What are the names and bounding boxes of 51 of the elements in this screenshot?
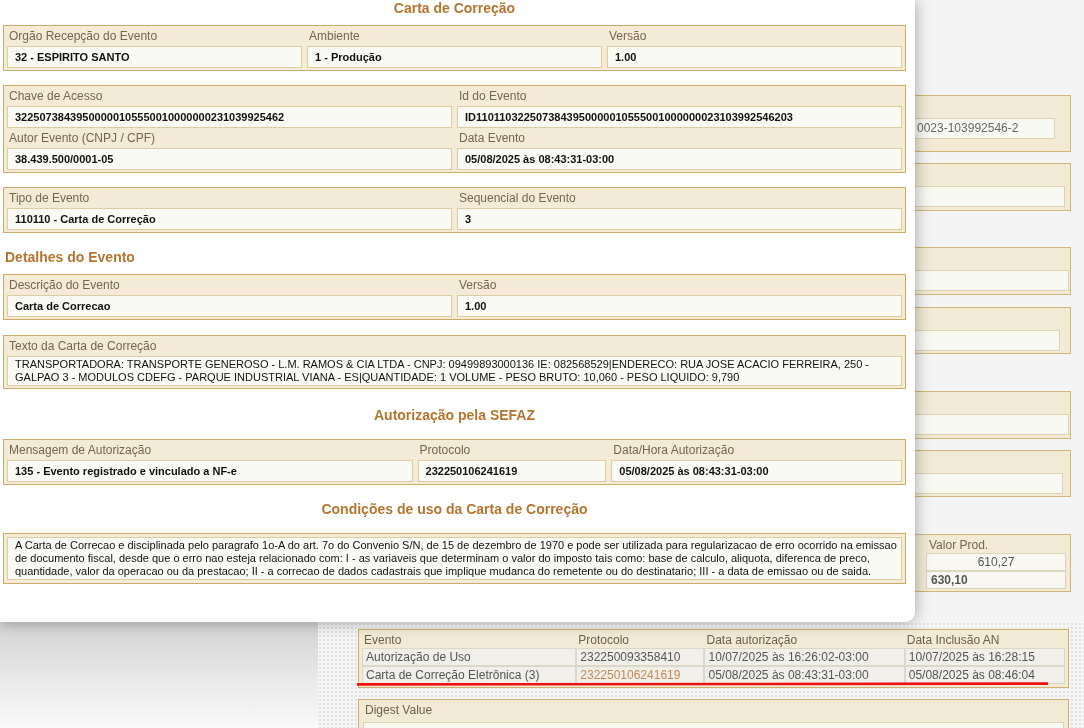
column-header: Valor Prod. xyxy=(928,537,989,553)
field-label: Versão xyxy=(608,28,648,45)
table-cell: Carta de Correção Eletrônica (3) xyxy=(362,666,577,684)
readonly-field: 05/08/2025 às 08:43:31-03:00 xyxy=(611,460,902,482)
field-label: Data Evento xyxy=(458,130,527,147)
readonly-field: 3 xyxy=(457,208,902,230)
field-label: Data/Hora Autorização xyxy=(612,442,736,459)
field-label: Id do Evento xyxy=(458,88,528,105)
field-label: Texto da Carta de Correção xyxy=(8,338,158,355)
readonly-text-area: TRANSPORTADORA: TRANSPORTE GENEROSO - L.M. RAMOS & CIA LTDA - CNPJ: 09499893000136 IE: 082568529|ENDERECO: RUA JOSE ACACIO FERREIRA, 250 - GALPAO 3 - MODULOS CDEFG - PARQUE INDUSTRIAL VIANA - ES|QUANTIDADE: 1 VOLUME - PESO BRUTO: 10,060 - PESO LIQUIDO: 9,790 xyxy=(7,356,902,386)
readonly-field: 05/08/2025 às 08:43:31-03:00 xyxy=(457,148,902,170)
column-header: Data autorização xyxy=(705,632,799,649)
readonly-field: Carta de Correcao xyxy=(7,295,452,317)
field-label: Orgão Recepção do Evento xyxy=(8,28,159,45)
readonly-field: 0023-103992546-2 xyxy=(915,118,1055,139)
section-heading: Detalhes do Evento xyxy=(5,248,135,266)
table-cell: 10/07/2025 às 16:26:02-03:00 xyxy=(704,648,905,666)
table-cell: 610,27 xyxy=(926,553,1066,571)
field-label: Descrição do Evento xyxy=(8,277,121,294)
field-label: Autor Evento (CNPJ / CPF) xyxy=(8,130,157,147)
protocol-link[interactable]: 232250106241619 xyxy=(580,668,681,682)
dialog-title: Carta de Correção xyxy=(393,0,516,16)
field-label: Protocolo xyxy=(418,442,472,459)
column-header: Protocolo xyxy=(577,632,630,649)
readonly-field: 1 - Produção xyxy=(307,46,602,68)
table-cell: 05/08/2025 às 08:43:31-03:00 xyxy=(704,666,905,684)
table-cell: 630,10 xyxy=(926,571,1066,589)
readonly-field: ID1101103225073843950000010555001000000023103992546203 xyxy=(457,106,902,128)
readonly-field: 232250106241619 xyxy=(417,460,607,482)
section-heading: Condições de uso da Carta de Correção xyxy=(321,500,588,518)
field-label: Digest Value xyxy=(364,702,434,719)
table-cell: 232250093358410 xyxy=(576,648,705,666)
readonly-field: 32250738439500000105550010000000231039925462 xyxy=(7,106,452,128)
readonly-field: 1.00 xyxy=(457,295,902,317)
readonly-text-area: A Carta de Correcao e disciplinada pelo paragrafo 1o-A do art. 7o do Convenio S/N, de 15 de dezembro de 1970 e pode ser utilizada para regularizacao de erro ocorrido na emissao de documento fiscal, desde que o erro nao esteja relacionado com: I - as variaveis que determinam o valor do imposto tais como: base de calculo, aliquota, diferenca de preco, quantidade, valor da operacao ou da prestacao; II - a correcao de dados cadastrais que implique mudanca do remetente ou do destinatario; III - a data de emissao ou de saida. xyxy=(7,537,902,580)
field-label: Tipo de Evento xyxy=(8,190,91,207)
field-label: Ambiente xyxy=(308,28,361,45)
field-label: Versão xyxy=(458,277,498,294)
readonly-field: 135 - Evento registrado e vinculado a NF-e xyxy=(7,460,413,482)
table-cell: 10/07/2025 às 16:28:15 xyxy=(904,648,1065,666)
column-header: Data Inclusão AN xyxy=(905,632,1001,649)
column-header: Evento xyxy=(363,632,403,649)
readonly-field: 110110 - Carta de Correção xyxy=(7,208,452,230)
readonly-field: 32 - ESPIRITO SANTO xyxy=(7,46,302,68)
section-heading: Autorização pela SEFAZ xyxy=(373,406,535,424)
readonly-field: 38.439.500/0001-05 xyxy=(7,148,452,170)
field-label: Sequencial do Evento xyxy=(458,190,577,207)
readonly-field: 1.00 xyxy=(607,46,902,68)
table-cell: Autorização de Uso xyxy=(362,648,577,666)
field-label: Mensagem de Autorização xyxy=(8,442,153,459)
field-label: Chave de Acesso xyxy=(8,88,104,105)
